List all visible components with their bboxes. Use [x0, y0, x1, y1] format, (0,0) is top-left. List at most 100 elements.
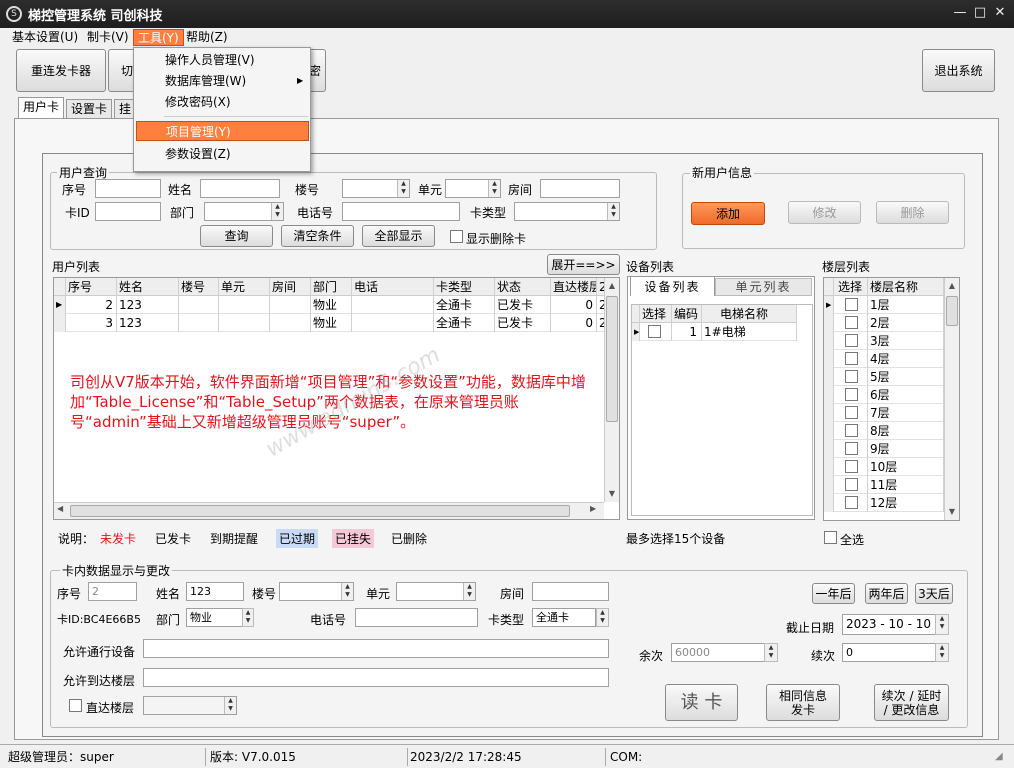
reconnect-card-reader-button[interactable]: 重连发卡器: [16, 49, 106, 92]
floor-row[interactable]: 12层: [824, 494, 944, 512]
col-direct-floor[interactable]: 直达楼层: [551, 278, 597, 296]
menu-item-operator-management[interactable]: 操作人员管理(V): [136, 50, 309, 70]
expiry-date-spin-icon[interactable]: ▲ ▼: [935, 614, 949, 635]
scroll-left-icon[interactable]: ◀: [57, 504, 63, 513]
tab-user-card[interactable]: 用户卡: [18, 97, 65, 119]
col-name[interactable]: 姓名: [117, 278, 179, 296]
menu-item-change-password[interactable]: 修改密码(X): [136, 92, 309, 112]
query-name-input[interactable]: [200, 179, 280, 198]
same-info-issue-button[interactable]: 相同信息 发卡: [766, 684, 840, 721]
user-list-hscroll[interactable]: ◀ ▶: [54, 502, 604, 519]
minimize-icon[interactable]: —: [950, 4, 970, 22]
query-building-stepper[interactable]: ▲ ▼: [342, 179, 410, 198]
floor-grid[interactable]: 选择 楼层名称 ▶ 1层 2层 3层 4层 5层 6层 7层 8层 9层 10层 11层 12层 ▲ ▼: [823, 277, 960, 521]
clear-conditions-button[interactable]: 清空条件: [281, 225, 354, 247]
scroll-thumb[interactable]: [606, 296, 618, 422]
direct-floor-stepper[interactable]: ▲ ▼: [143, 696, 237, 715]
delete-button[interactable]: 删除: [876, 201, 949, 224]
floor-row[interactable]: 11层: [824, 476, 944, 494]
floor-row[interactable]: 4层: [824, 350, 944, 368]
renew-spin-icon[interactable]: ▲ ▼: [935, 643, 949, 662]
col-dept[interactable]: 部门: [311, 278, 352, 296]
scroll-thumb[interactable]: [946, 296, 958, 326]
show-deleted-checkbox[interactable]: [450, 230, 463, 243]
two-year-button[interactable]: 两年后: [865, 583, 908, 604]
floor-checkbox[interactable]: [845, 442, 858, 455]
card-dept-spin-icon[interactable]: ▲ ▼: [242, 608, 254, 627]
floor-checkbox[interactable]: [845, 478, 858, 491]
allowed-devices-input[interactable]: [143, 639, 609, 658]
floor-checkbox[interactable]: [845, 388, 858, 401]
col-phone[interactable]: 电话: [352, 278, 434, 296]
col-seq[interactable]: 序号: [66, 278, 117, 296]
floor-checkbox[interactable]: [845, 298, 858, 311]
col-device-code[interactable]: 编码: [672, 305, 702, 323]
select-all-checkbox[interactable]: [824, 531, 837, 544]
col-status[interactable]: 状态: [495, 278, 551, 296]
col-floor-name[interactable]: 楼层名称: [868, 278, 944, 296]
floor-row[interactable]: 2层: [824, 314, 944, 332]
col-device-name[interactable]: 电梯名称: [702, 305, 797, 323]
menu-item-parameter-settings[interactable]: 参数设置(Z): [136, 144, 309, 164]
table-row[interactable]: 3 123 物业 全通卡 已发卡 0 2: [54, 314, 606, 332]
allowed-floors-input[interactable]: [143, 668, 609, 687]
card-name-input[interactable]: 123: [186, 582, 244, 601]
three-days-button[interactable]: 3天后: [915, 583, 953, 604]
card-type-select[interactable]: 全通卡: [532, 608, 596, 627]
col-device-select[interactable]: 选择: [640, 305, 672, 323]
renew-extend-button[interactable]: 续次 / 延时 / 更改信息: [874, 684, 949, 721]
menu-help[interactable]: 帮助(Z): [182, 29, 232, 46]
query-button[interactable]: 查询: [200, 225, 273, 247]
expand-button[interactable]: 展开==>>: [547, 254, 620, 275]
card-room-input[interactable]: [532, 582, 609, 601]
user-list-vscroll[interactable]: ▲ ▼: [604, 278, 619, 502]
menu-item-database-management[interactable]: 数据库管理(W): [136, 71, 309, 91]
col-room[interactable]: 房间: [270, 278, 311, 296]
floor-checkbox[interactable]: [845, 424, 858, 437]
col-building[interactable]: 楼号: [179, 278, 219, 296]
floor-checkbox[interactable]: [845, 460, 858, 473]
tab-device-list[interactable]: 设备列表: [630, 276, 715, 296]
remaining-count-input[interactable]: 60000: [671, 643, 778, 662]
resize-grip-icon[interactable]: ◢: [995, 751, 1003, 762]
floor-row[interactable]: 3层: [824, 332, 944, 350]
floor-row[interactable]: 9层: [824, 440, 944, 458]
query-seq-input[interactable]: [95, 179, 161, 198]
show-all-button[interactable]: 全部显示: [362, 225, 435, 247]
card-seq-input[interactable]: 2: [88, 582, 137, 601]
card-building-stepper[interactable]: ▲ ▼: [279, 582, 354, 601]
floor-row[interactable]: 5层: [824, 368, 944, 386]
menu-make-card[interactable]: 制卡(V): [83, 29, 133, 46]
maximize-icon[interactable]: □: [970, 4, 990, 22]
device-grid[interactable]: 选择 编码 电梯名称 ▶ 1 1#电梯: [631, 304, 813, 516]
menu-tools[interactable]: 工具(Y): [133, 29, 184, 46]
scroll-down-icon[interactable]: ▼: [605, 486, 619, 502]
card-phone-input[interactable]: [355, 608, 478, 627]
remaining-spin-icon[interactable]: ▲ ▼: [764, 643, 778, 662]
col-floor-select[interactable]: 选择: [834, 278, 868, 296]
floor-checkbox[interactable]: [845, 316, 858, 329]
hscroll-thumb[interactable]: [70, 505, 570, 517]
device-checkbox[interactable]: [648, 325, 661, 338]
add-button[interactable]: 添加: [691, 202, 765, 225]
floor-checkbox[interactable]: [845, 352, 858, 365]
query-cardtype-select[interactable]: ▲ ▼: [514, 202, 620, 221]
close-icon[interactable]: ✕: [990, 4, 1010, 22]
card-unit-stepper[interactable]: ▲ ▼: [396, 582, 476, 601]
floor-row[interactable]: 7层: [824, 404, 944, 422]
scroll-down-icon[interactable]: ▼: [945, 504, 959, 520]
scroll-up-icon[interactable]: ▲: [605, 278, 619, 294]
one-year-button[interactable]: 一年后: [812, 583, 855, 604]
query-cardid-input[interactable]: [95, 202, 161, 221]
floor-row[interactable]: 8层: [824, 422, 944, 440]
read-card-button[interactable]: 读 卡: [665, 684, 738, 721]
floor-row[interactable]: 6层: [824, 386, 944, 404]
table-row[interactable]: ▶ 2 123 物业 全通卡 已发卡 0 2: [54, 296, 606, 314]
renew-count-input[interactable]: 0: [842, 643, 949, 662]
tab-setup-card[interactable]: 设置卡: [66, 99, 113, 119]
scroll-up-icon[interactable]: ▲: [945, 278, 959, 294]
query-phone-input[interactable]: [342, 202, 460, 221]
query-room-input[interactable]: [540, 179, 620, 198]
expiry-date-picker[interactable]: 2023 - 10 - 10: [842, 614, 949, 635]
floor-vscroll[interactable]: ▲ ▼: [944, 278, 959, 520]
